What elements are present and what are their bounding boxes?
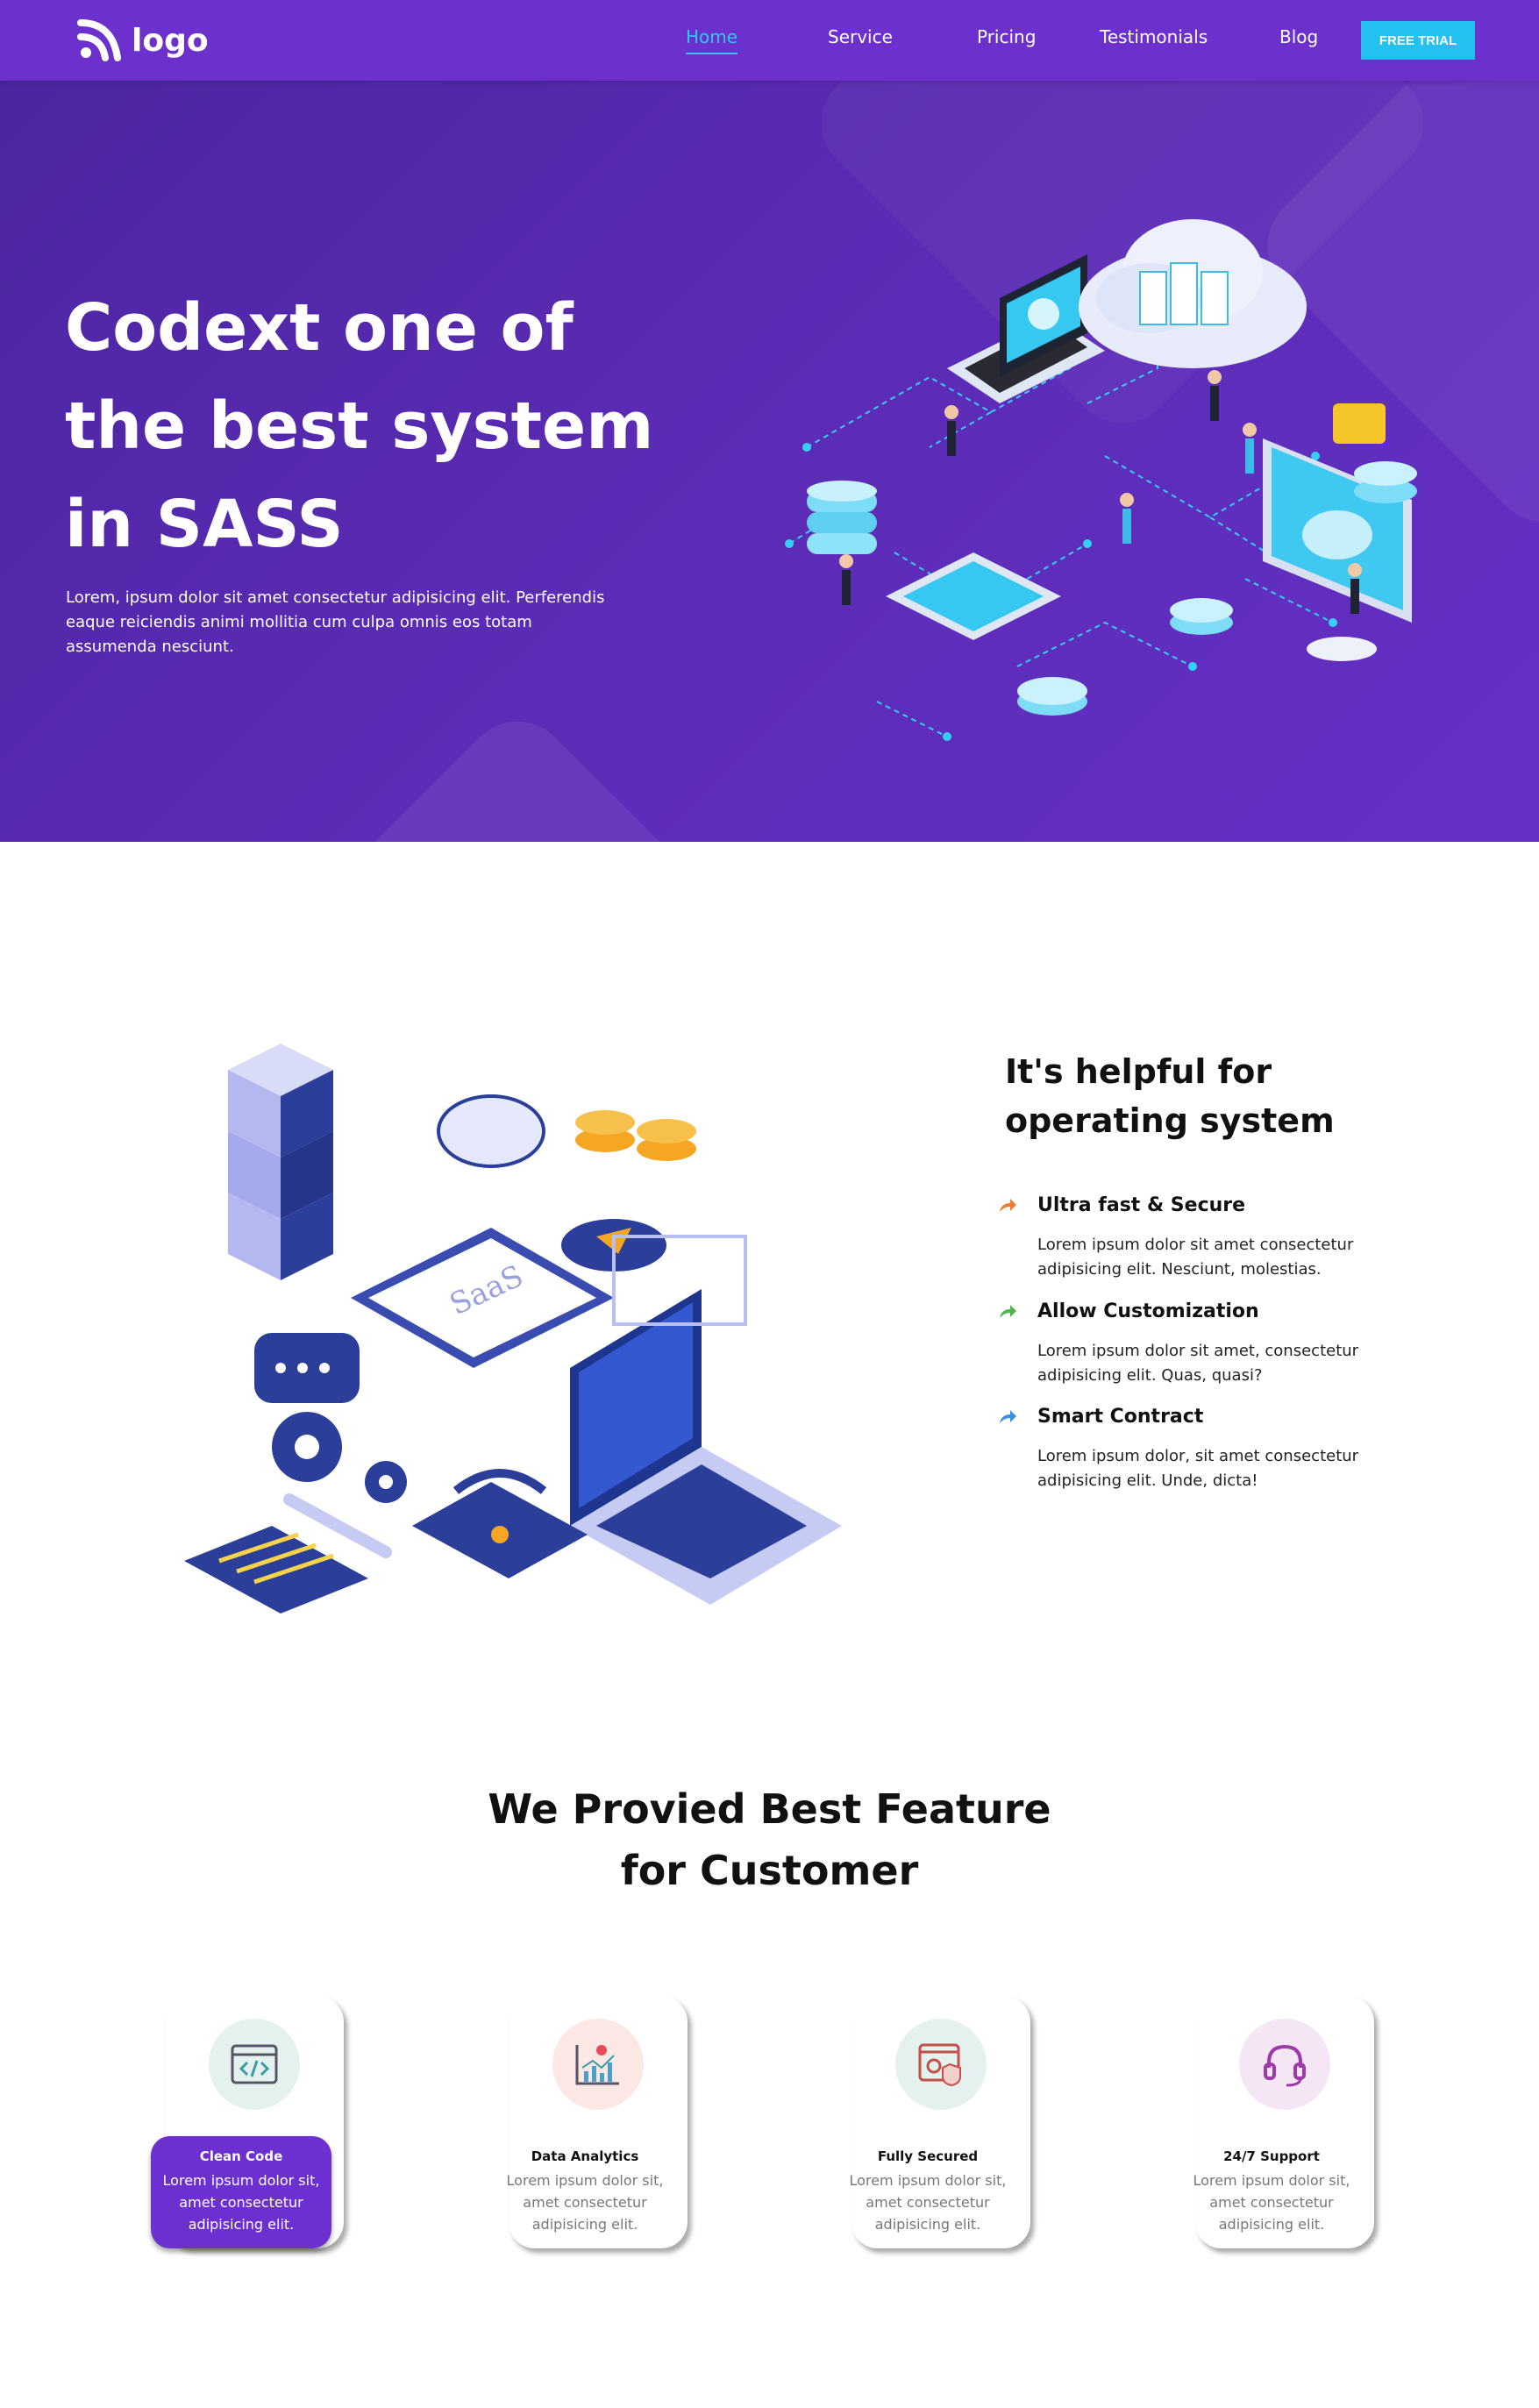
card-body: Data Analytics Lorem ipsum dolor sit, am… — [495, 2136, 675, 2248]
card-title: Data Analytics — [531, 2148, 639, 2164]
logo-mark-icon — [77, 19, 121, 61]
features-section-title: We Provied Best Feature for Customer — [0, 1778, 1539, 1901]
code-icon — [231, 2044, 278, 2084]
arrow-icon — [1000, 1410, 1016, 1423]
headset-icon — [1264, 2044, 1306, 2087]
top-navigation: logo Home Service Pricing Testimonials B… — [0, 0, 1539, 81]
card-title: Clean Code — [199, 2148, 283, 2164]
security-icon — [918, 2043, 961, 2087]
logo[interactable]: logo — [77, 18, 209, 63]
card-icon-circle — [1239, 2019, 1330, 2110]
hero-title-line: in SASS — [65, 487, 344, 562]
card-icon-circle — [552, 2019, 644, 2110]
card-icon-circle — [895, 2019, 987, 2110]
features-title-line: for Customer — [620, 1847, 919, 1894]
hero-section: Codext one of the best system in SASS Lo… — [0, 0, 1539, 842]
card-icon-circle — [209, 2019, 300, 2110]
hero-description: Lorem, ipsum dolor sit amet consectetur … — [66, 588, 605, 656]
free-trial-button[interactable]: FREE TRIAL — [1361, 21, 1475, 60]
nav-item-service[interactable]: Service — [828, 26, 893, 47]
feature-card[interactable]: Clean Code Lorem ipsum dolor sit, amet c… — [151, 1996, 344, 2248]
card-body: 24/7 Support Lorem ipsum dolor sit, amet… — [1181, 2136, 1362, 2248]
hero-title-line: Codext one of — [65, 290, 574, 366]
feature-description: Lorem ipsum dolor, sit amet consectetur … — [1037, 1447, 1359, 1490]
card-description: Lorem ipsum dolor sit, amet consectetur … — [849, 2172, 1007, 2233]
feature-description: Lorem ipsum dolor sit amet consectetur a… — [1037, 1236, 1354, 1279]
card-title: 24/7 Support — [1223, 2148, 1320, 2164]
card-title: Fully Secured — [877, 2148, 979, 2164]
system-section-title: It's helpful for operating system — [1005, 1052, 1335, 1140]
saas-network-illustration — [785, 219, 1417, 741]
hero-title: Codext one of the best system in SASS — [65, 279, 679, 574]
logo-text: logo — [132, 22, 209, 59]
card-body: Clean Code Lorem ipsum dolor sit, amet c… — [151, 2136, 331, 2248]
card-description: Lorem ipsum dolor sit, amet consectetur … — [1193, 2172, 1350, 2233]
analytics-icon — [575, 2045, 619, 2085]
feature-title: Ultra fast & Secure — [1037, 1194, 1246, 1216]
saas-isometric-illustration: SaaS — [184, 1044, 842, 1614]
features-title-line: We Provied Best Feature — [488, 1785, 1051, 1833]
card-description: Lorem ipsum dolor sit, amet consectetur … — [162, 2172, 320, 2233]
hero-bg-shape — [331, 699, 704, 842]
hero-title-line: the best system — [65, 388, 654, 464]
feature-card[interactable]: Data Analytics Lorem ipsum dolor sit, am… — [507, 1996, 688, 2248]
feature-card[interactable]: Fully Secured Lorem ipsum dolor sit, ame… — [850, 1996, 1030, 2248]
feature-title: Allow Customization — [1037, 1300, 1259, 1322]
card-body: Fully Secured Lorem ipsum dolor sit, ame… — [837, 2136, 1018, 2248]
nav-item-testimonials[interactable]: Testimonials — [1100, 26, 1208, 47]
nav-item-home[interactable]: Home — [686, 26, 738, 54]
card-description: Lorem ipsum dolor sit, amet consectetur … — [506, 2172, 664, 2233]
nav-item-pricing[interactable]: Pricing — [977, 26, 1036, 47]
feature-card[interactable]: 24/7 Support Lorem ipsum dolor sit, amet… — [1193, 1996, 1374, 2248]
feature-title: Smart Contract — [1037, 1406, 1204, 1428]
feature-description: Lorem ipsum dolor sit amet, consectetur … — [1037, 1342, 1359, 1385]
arrow-icon — [1000, 1199, 1016, 1212]
nav-item-blog[interactable]: Blog — [1279, 26, 1318, 47]
arrow-icon — [1000, 1305, 1016, 1318]
